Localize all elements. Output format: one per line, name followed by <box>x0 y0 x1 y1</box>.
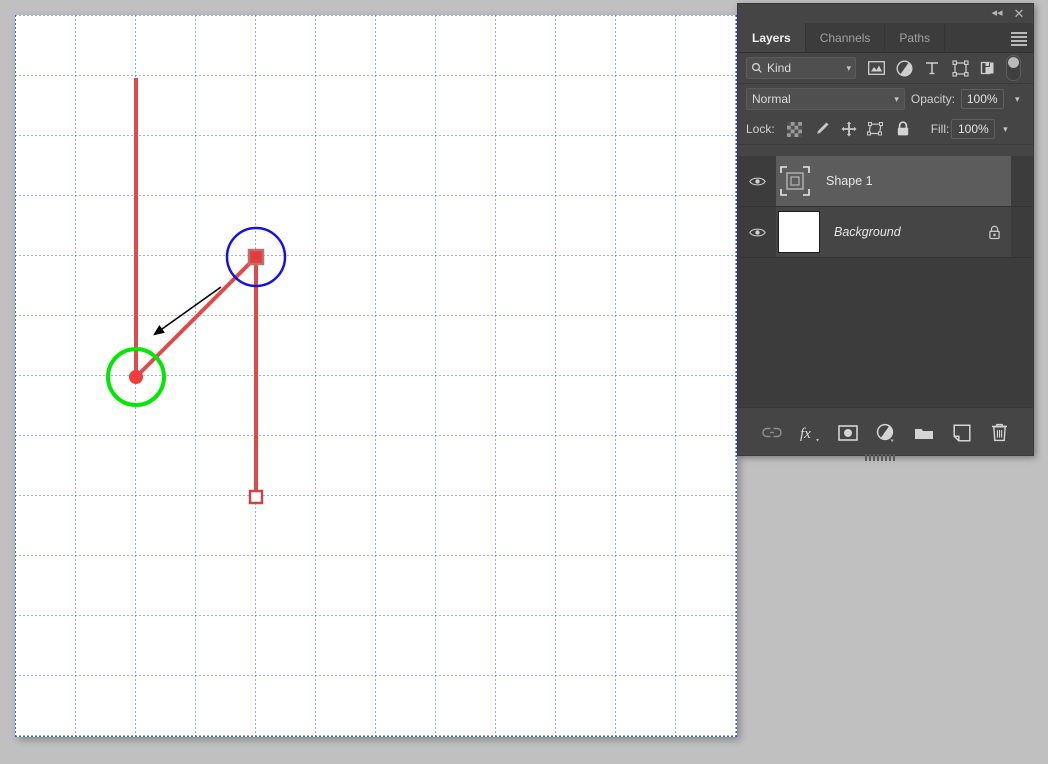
new-adjustment-layer-button[interactable] <box>873 420 899 446</box>
new-page-icon <box>952 423 971 442</box>
lock-all-icon[interactable] <box>891 118 915 140</box>
anchor-point-moved[interactable] <box>129 370 143 384</box>
opacity-stepper-chevron-down-icon[interactable]: ▾ <box>1010 90 1025 108</box>
trash-icon <box>992 423 1007 442</box>
filter-enable-toggle[interactable] <box>1006 55 1021 81</box>
layer-thumbnail-shape-1[interactable] <box>778 164 812 198</box>
layer-row-shape-1[interactable]: Shape 1 <box>738 156 1033 207</box>
path-segment-diagonal[interactable] <box>134 255 258 379</box>
magnifier-icon <box>751 62 762 73</box>
layers-panel-footer: fx <box>738 407 1033 455</box>
collapse-panel-button[interactable]: ◂◂ <box>989 6 1005 21</box>
lock-label: Lock: <box>746 122 775 136</box>
close-panel-button[interactable]: ✕ <box>1011 6 1027 21</box>
panel-tab-bar: Layers Channels Paths <box>738 23 1033 53</box>
vector-shape-thumbnail <box>778 164 812 198</box>
layer-locked-indicator <box>988 207 1001 257</box>
delete-layer-button[interactable] <box>987 420 1013 446</box>
filter-icon-group <box>862 55 1021 81</box>
layer-name-shape-1[interactable]: Shape 1 <box>826 174 873 188</box>
tab-paths[interactable]: Paths <box>885 23 946 52</box>
lock-row: Lock: Fill: 100% ▾ <box>738 114 1033 145</box>
layer-style-button[interactable]: fx <box>797 420 823 446</box>
link-icon <box>761 427 782 438</box>
document-canvas[interactable] <box>15 15 737 737</box>
adjustment-layer-filter-icon[interactable] <box>890 56 918 80</box>
layer-row-background-layer[interactable]: Background <box>738 207 1033 258</box>
fill-label: Fill: <box>930 122 950 136</box>
blend-mode-select[interactable]: Normal ▾ <box>746 88 905 110</box>
layer-list[interactable]: Shape 1 Background <box>738 156 1033 410</box>
layers-panel: ◂◂ ✕ Layers Channels Paths Kind ▾ Normal… <box>737 3 1034 461</box>
lock-position-icon[interactable] <box>837 118 861 140</box>
panel-title-bar: ◂◂ ✕ <box>738 4 1033 23</box>
vector-path-artwork[interactable] <box>15 15 737 737</box>
layer-thumbnail-background[interactable] <box>778 211 820 253</box>
shape-layer-filter-icon[interactable] <box>946 56 974 80</box>
smart-object-filter-icon[interactable] <box>974 56 1002 80</box>
fill-input[interactable]: 100% <box>951 119 996 139</box>
lock-icon-group <box>783 118 915 140</box>
chevron-down-icon: ▾ <box>846 62 851 73</box>
tab-layers[interactable]: Layers <box>738 23 806 52</box>
pixel-layer-filter-icon[interactable] <box>862 56 890 80</box>
white-background-thumbnail <box>778 211 820 253</box>
blend-mode-value: Normal <box>752 92 791 106</box>
chevron-down-icon: ▾ <box>894 93 899 104</box>
mask-icon <box>837 424 858 441</box>
anchor-point-selected[interactable] <box>247 248 265 266</box>
fx-icon: fx <box>800 426 819 442</box>
layer-name-background[interactable]: Background <box>834 225 901 239</box>
filter-kind-label: Kind <box>767 61 792 75</box>
hamburger-menu-icon <box>1011 32 1027 46</box>
tab-channels[interactable]: Channels <box>805 23 886 52</box>
eye-icon <box>748 177 766 185</box>
add-layer-mask-button[interactable] <box>835 420 861 446</box>
lock-image-pixels-icon[interactable] <box>810 118 834 140</box>
tab-bar-spacer <box>945 23 1005 52</box>
layer-visibility-toggle-background[interactable] <box>738 207 776 257</box>
type-layer-filter-icon[interactable] <box>918 56 946 80</box>
lock-artboard-nesting-icon[interactable] <box>864 118 888 140</box>
blend-mode-row: Normal ▾ Opacity: 100% ▾ <box>738 84 1033 114</box>
lock-transparent-pixels-icon[interactable] <box>783 118 807 140</box>
opacity-input[interactable]: 100% <box>960 89 1004 109</box>
link-layers-button[interactable] <box>759 420 785 446</box>
folder-icon <box>914 428 933 439</box>
opacity-label: Opacity: <box>910 92 955 106</box>
filter-kind-select[interactable]: Kind ▾ <box>746 57 856 79</box>
panel-menu-button[interactable] <box>1005 23 1033 52</box>
panel-resize-grip[interactable] <box>864 450 907 461</box>
fill-stepper-chevron-down-icon[interactable]: ▾ <box>997 120 1013 138</box>
half-circle-icon <box>876 423 894 442</box>
eye-icon <box>748 228 766 236</box>
padlock-icon <box>989 225 1000 239</box>
layer-filter-row: Kind ▾ <box>738 53 1033 84</box>
new-group-button[interactable] <box>911 420 937 446</box>
layer-visibility-toggle-shape-1[interactable] <box>738 156 776 206</box>
anchor-point-end[interactable] <box>248 489 264 505</box>
svg-text:fx: fx <box>800 426 811 442</box>
new-layer-button[interactable] <box>949 420 975 446</box>
